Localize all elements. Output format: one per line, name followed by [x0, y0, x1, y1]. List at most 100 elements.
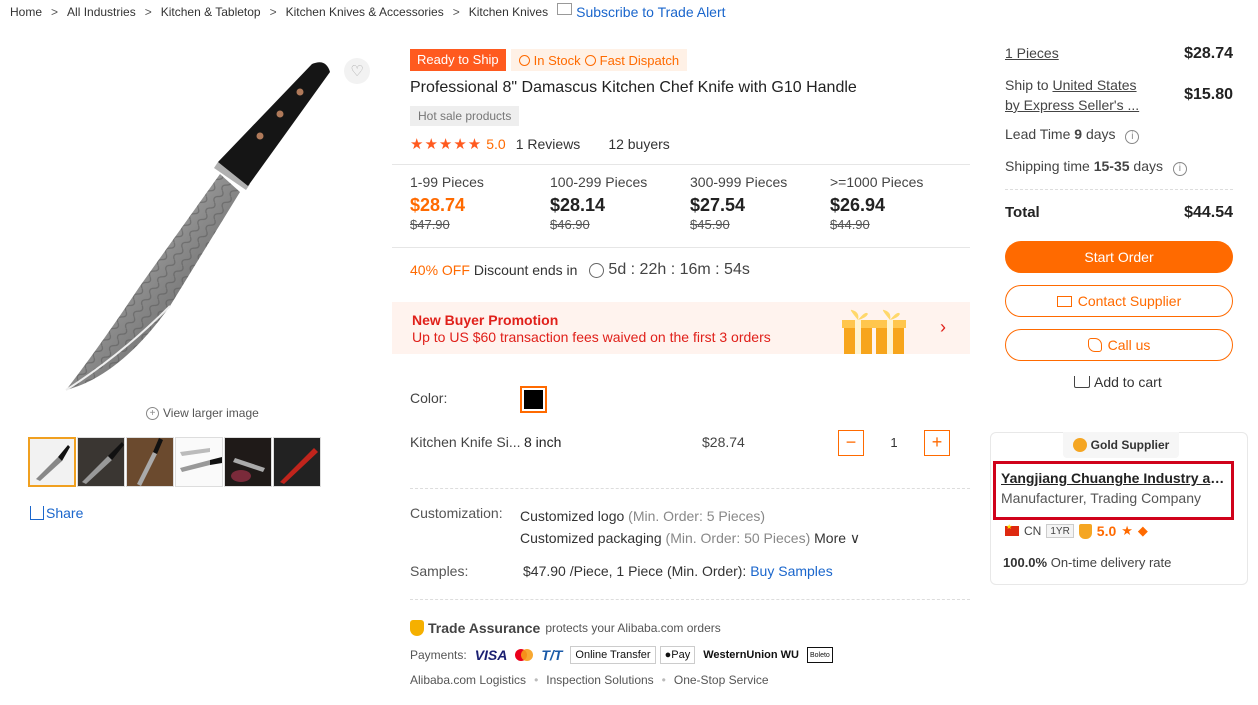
payment-methods: Payments: VISA T/T Online Transfer ● Pay… [410, 646, 833, 664]
price-tier: >=1000 Pieces $26.94 $44.90 [830, 174, 970, 232]
breadcrumb-separator: > [51, 5, 59, 19]
tier-price: $28.74 [410, 195, 466, 215]
new-buyer-promotion-banner[interactable]: New Buyer Promotion Up to US $60 transac… [392, 302, 970, 354]
boleto-icon: Boleto [806, 647, 833, 663]
promo-title: New Buyer Promotion [412, 312, 559, 328]
subscribe-trade-alert-link[interactable]: Subscribe to Trade Alert [576, 4, 725, 20]
quantity-stepper: − 1 + [838, 430, 950, 456]
wishlist-heart-button[interactable]: ♡ [344, 58, 370, 84]
rating-row: ★★★★★ 5.0 1 Reviews 12 buyers [410, 135, 670, 153]
add-to-cart-button[interactable]: Add to cart [1074, 374, 1162, 390]
pieces-price: $28.74 [1184, 45, 1233, 62]
info-icon[interactable]: i [1125, 130, 1140, 144]
fast-dispatch-label: Fast Dispatch [599, 52, 680, 68]
breadcrumb-kitchen-knives[interactable]: Kitchen Knives [469, 5, 548, 19]
lead-time-days: 9 [1074, 126, 1083, 142]
discount-row: 40% OFF Discount ends in 5d : 22h : 16m … [410, 261, 750, 279]
online-transfer-icon: Online Transfer [570, 646, 656, 664]
customized-logo: Customized logo [520, 508, 625, 524]
phone-icon [1087, 338, 1102, 352]
china-flag-icon [1005, 523, 1019, 536]
tier-price: $26.94 [830, 195, 886, 215]
promo-subtitle: Up to US $60 transaction fees waived on … [412, 329, 771, 345]
cart-icon [1074, 376, 1090, 388]
samples-price: $47.90 /Piece, 1 Piece (Min. Order): [523, 563, 747, 579]
view-larger-image-link[interactable]: + View larger image [146, 406, 259, 420]
trade-assurance-title[interactable]: Trade Assurance [428, 620, 540, 636]
breadcrumb-all-industries[interactable]: All Industries [67, 5, 136, 19]
gold-supplier-label: Gold Supplier [1090, 438, 1170, 452]
western-union-icon: WesternUnion WU [703, 649, 799, 661]
more-customization-button[interactable]: More ∨ [814, 530, 860, 546]
thumbnail[interactable] [224, 437, 272, 487]
tier-original-price: $46.90 [550, 217, 590, 232]
total-price: $44.54 [1184, 204, 1233, 221]
total-row: Total $44.54 [1005, 204, 1233, 221]
price-tier: 300-999 Pieces $27.54 $45.90 [690, 174, 830, 232]
thumbnail[interactable] [175, 437, 223, 487]
check-circle-icon [518, 54, 530, 66]
thumbnail[interactable] [126, 437, 174, 487]
call-us-label: Call us [1107, 337, 1151, 353]
visa-icon: VISA [474, 647, 508, 663]
contact-supplier-label: Contact Supplier [1077, 293, 1182, 309]
logistics-link[interactable]: Alibaba.com Logistics [410, 673, 526, 687]
thumbnail[interactable] [273, 437, 321, 487]
shipping-time-label: Shipping time [1005, 158, 1090, 174]
breadcrumb-separator: > [452, 5, 460, 19]
apple-logo-icon: ● [664, 649, 672, 661]
star-rating-icon: ★★★★★ [410, 136, 483, 153]
quantity-input[interactable]: 1 [864, 430, 924, 456]
call-us-button[interactable]: Call us [1005, 329, 1233, 361]
lead-time-row: Lead Time 9 days i [1005, 126, 1233, 144]
inspection-link[interactable]: Inspection Solutions [546, 673, 653, 687]
main-product-image[interactable] [30, 56, 350, 396]
pieces-link[interactable]: 1 Pieces [1005, 45, 1059, 61]
supplier-score: 5.0 [1096, 523, 1117, 539]
decrease-quantity-button[interactable]: − [838, 430, 864, 456]
customization-label: Customization: [410, 505, 503, 521]
buy-samples-link[interactable]: Buy Samples [750, 563, 832, 579]
contact-supplier-button[interactable]: Contact Supplier [1005, 285, 1233, 317]
lead-time-label: Lead Time [1005, 126, 1071, 142]
discount-percent: 40% OFF [410, 262, 470, 278]
on-time-percentage: 100.0% [1003, 555, 1048, 570]
payments-label: Payments: [410, 648, 467, 662]
start-order-button[interactable]: Start Order [1005, 241, 1233, 273]
increase-quantity-button[interactable]: + [924, 430, 950, 456]
tier-price: $28.14 [550, 195, 606, 215]
hot-sale-tag: Hot sale products [410, 106, 520, 126]
ship-country-link[interactable]: United States [1052, 77, 1136, 93]
tier-quantity: 300-999 Pieces [690, 174, 788, 190]
thumbnail[interactable] [28, 437, 76, 487]
breadcrumb-kitchen-knives-accessories[interactable]: Kitchen Knives & Accessories [286, 5, 444, 19]
shipping-time-days: 15-35 [1093, 158, 1130, 174]
chevron-right-icon: › [940, 317, 946, 337]
separator-dot: • [534, 673, 539, 687]
reviews-link[interactable]: 1 Reviews [516, 136, 581, 152]
customized-packaging: Customized packaging [520, 530, 662, 546]
tier-quantity: >=1000 Pieces [830, 174, 924, 190]
customized-logo-min: (Min. Order: 5 Pieces) [628, 508, 766, 524]
envelope-icon [1056, 295, 1072, 307]
supplier-years: 1YR [1046, 524, 1074, 538]
supplier-type: Manufacturer, Trading Company [1001, 490, 1201, 506]
product-badges: Ready to Ship In Stock Fast Dispatch [410, 49, 688, 71]
variant-name: Kitchen Knife Si... [410, 434, 521, 450]
gold-medal-icon [1072, 438, 1087, 452]
view-larger-label: View larger image [163, 406, 259, 420]
share-button[interactable]: Share [30, 505, 83, 521]
breadcrumb-kitchen-tabletop[interactable]: Kitchen & Tabletop [161, 5, 261, 19]
one-stop-service-link[interactable]: One-Stop Service [674, 673, 769, 687]
samples-label: Samples: [410, 563, 469, 579]
color-swatch-black[interactable] [520, 386, 547, 413]
customized-packaging-min: (Min. Order: 50 Pieces) [665, 530, 811, 546]
breadcrumb-home[interactable]: Home [10, 5, 42, 19]
supplier-name-link[interactable]: Yangjiang Chuanghe Industry and... [1001, 470, 1225, 486]
tier-original-price: $47.90 [410, 217, 450, 232]
info-icon[interactable]: i [1172, 162, 1187, 176]
tt-icon: T/T [541, 647, 563, 663]
variant-price: $28.74 [702, 434, 745, 450]
zoom-icon: + [146, 406, 159, 420]
thumbnail[interactable] [77, 437, 125, 487]
